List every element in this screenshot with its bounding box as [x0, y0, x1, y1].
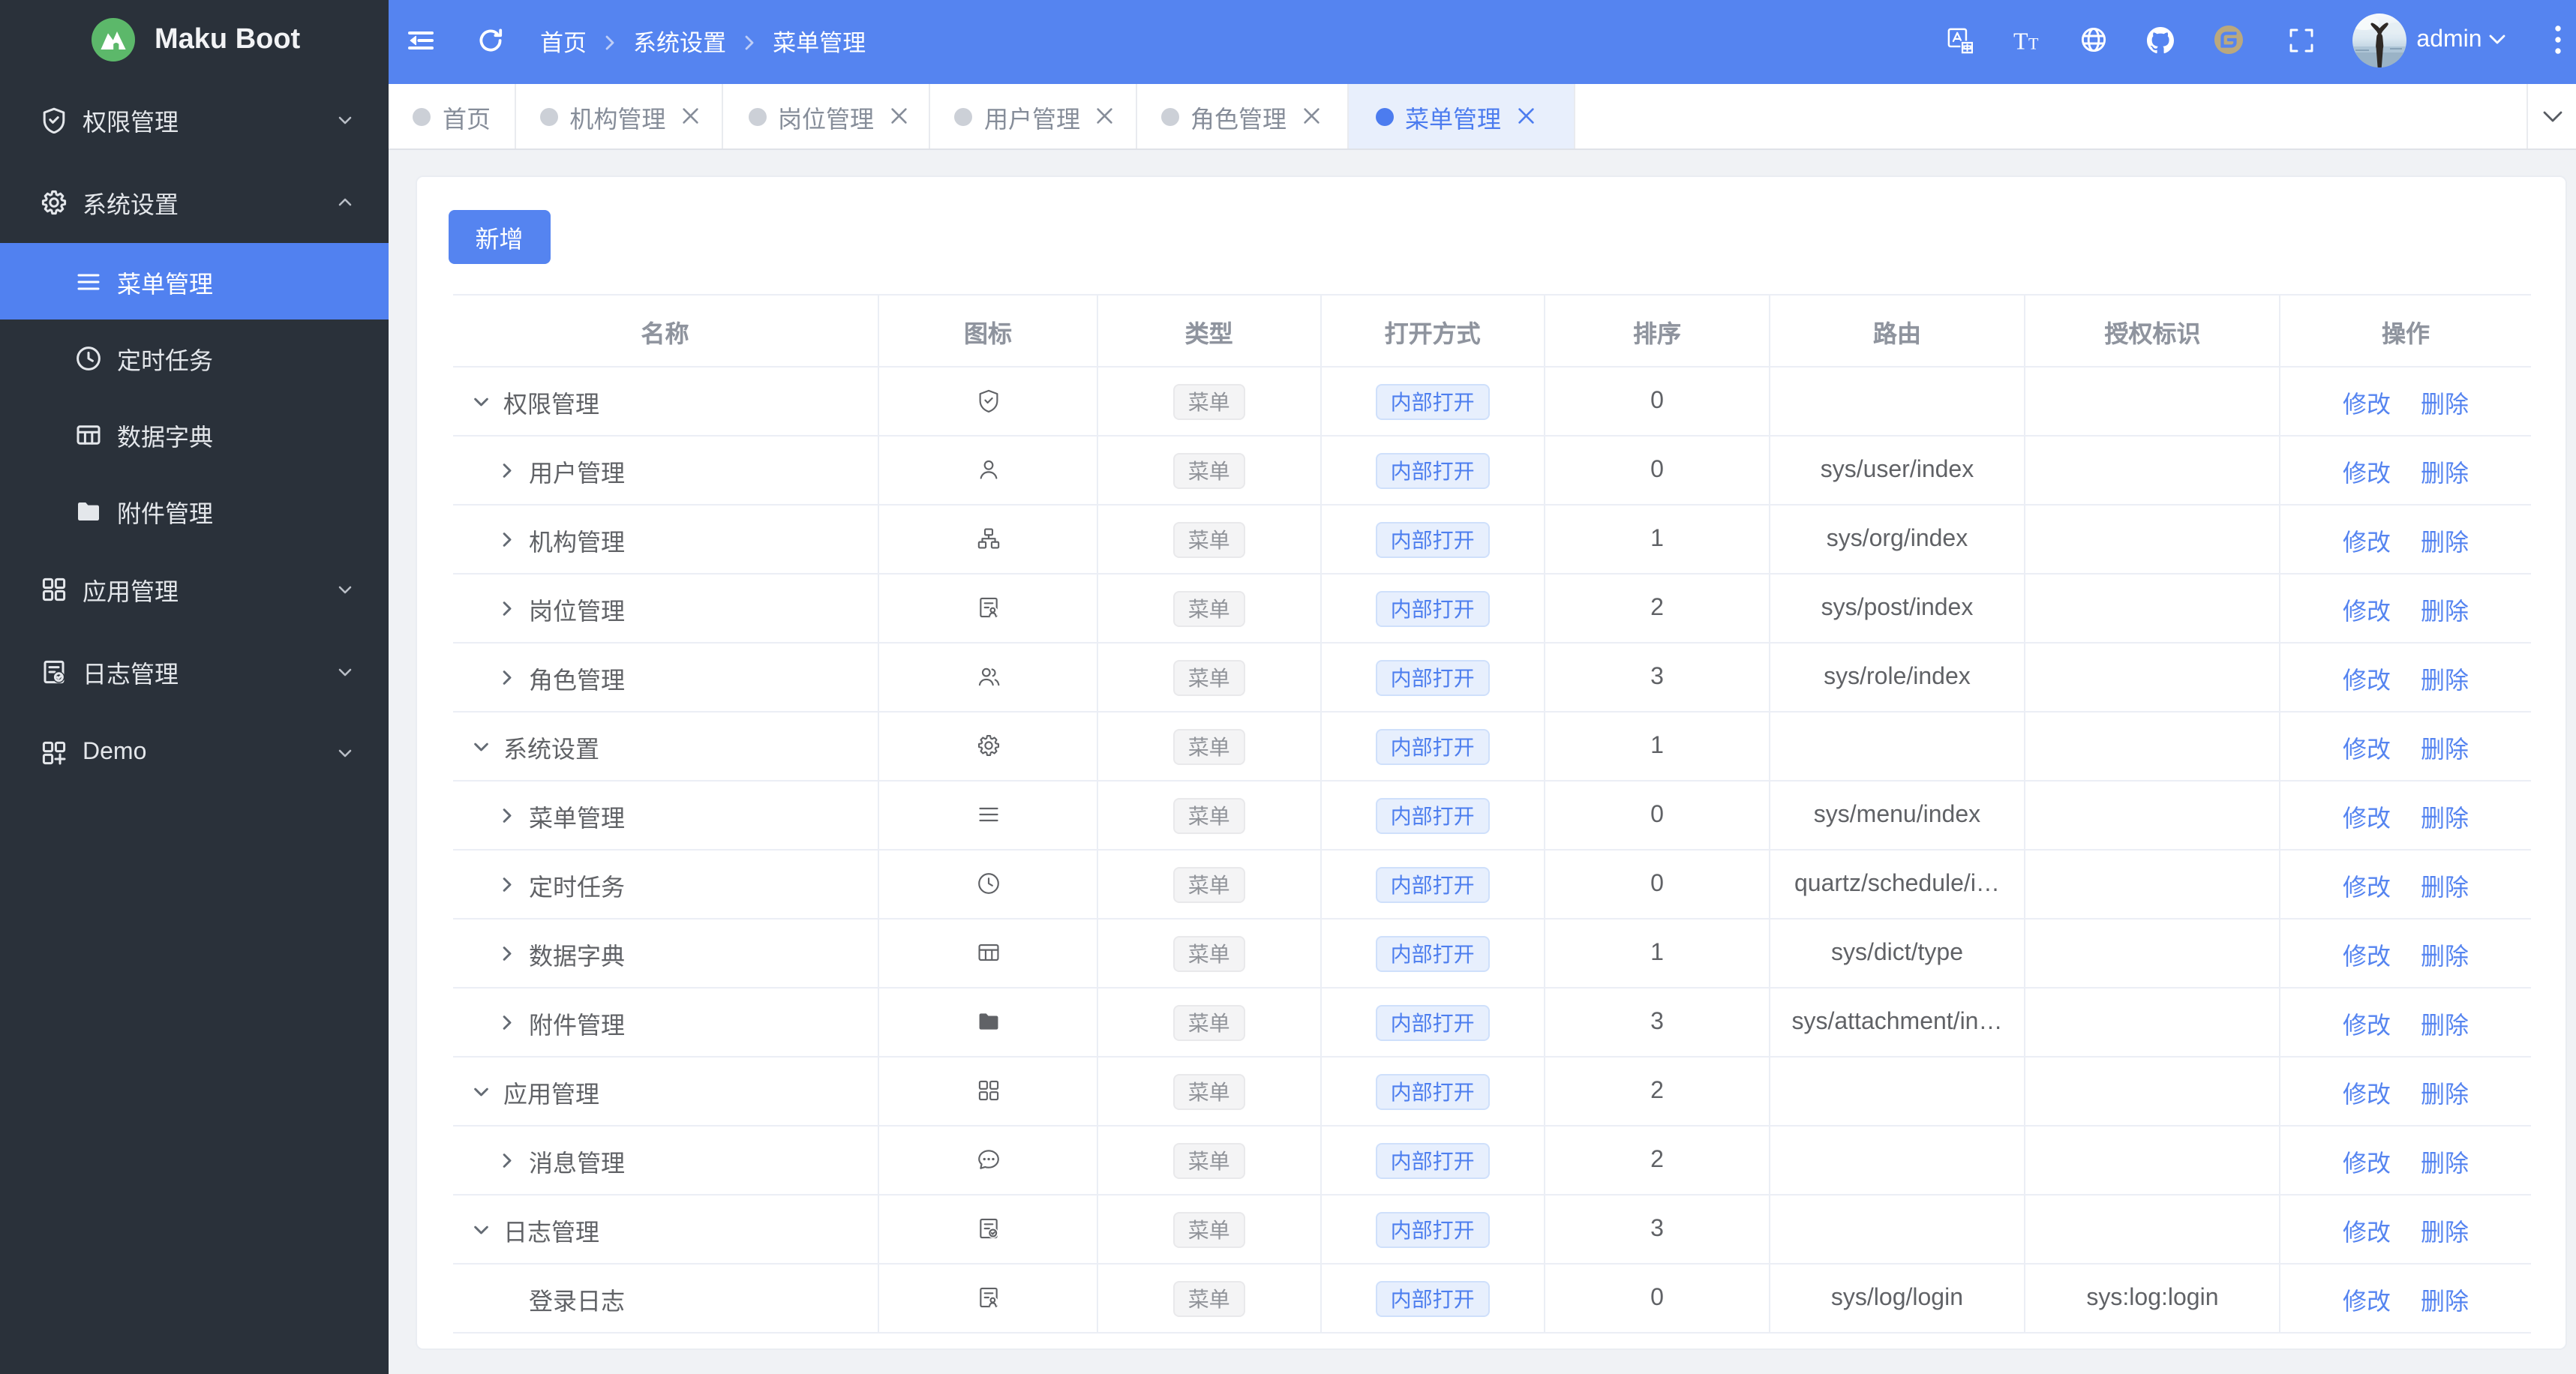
svg-text:T: T — [2013, 28, 2028, 51]
svg-text:T: T — [2028, 34, 2039, 51]
